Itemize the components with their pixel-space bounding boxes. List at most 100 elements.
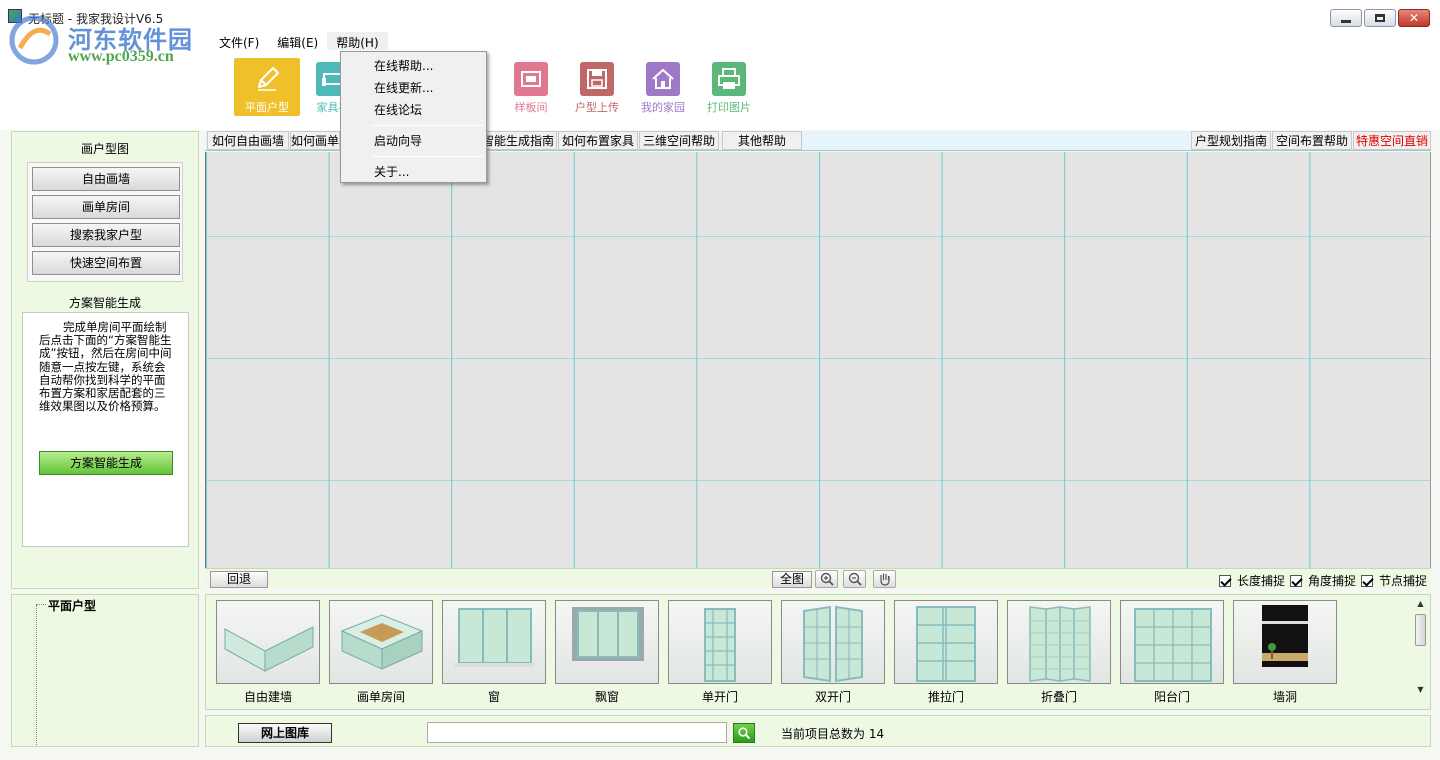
checkbox-label: 节点捕捉 xyxy=(1379,574,1428,588)
item-count-value: 14 xyxy=(868,727,885,741)
zoom-out-button[interactable] xyxy=(843,570,866,588)
tab-how-single-room[interactable]: 如何画单 xyxy=(290,131,340,150)
tab-3d-help[interactable]: 三维空间帮助 xyxy=(639,131,719,150)
bay-window-thumbnail xyxy=(555,600,659,684)
tool-label: 样板间 xyxy=(514,101,548,114)
search-button[interactable] xyxy=(733,723,755,743)
menu-edit[interactable]: 编辑(E) xyxy=(268,32,327,50)
gallery-label: 自由建墙 xyxy=(243,690,292,704)
tab-layout-help[interactable]: 空间布置帮助 xyxy=(1272,131,1352,150)
maximize-button[interactable] xyxy=(1364,9,1396,27)
single-room-button[interactable]: 画单房间 xyxy=(32,195,180,219)
menu-separator xyxy=(371,156,484,157)
angle-snap-checkbox[interactable]: 角度捕捉 xyxy=(1290,572,1356,589)
close-icon: ✕ xyxy=(1408,11,1420,25)
sliding-door-thumbnail xyxy=(894,600,998,684)
gallery-label: 飘窗 xyxy=(594,690,619,704)
minimize-icon xyxy=(1341,19,1351,23)
menu-item-about[interactable]: 关于... xyxy=(341,161,486,183)
tab-special-offer[interactable]: 特惠空间直销 xyxy=(1353,131,1431,150)
tool-label: 打印图片 xyxy=(707,101,751,114)
gallery-item-wall-opening[interactable]: 墙洞 xyxy=(1233,600,1337,704)
tab-other-help[interactable]: 其他帮助 xyxy=(722,131,802,150)
gallery-item-double-door[interactable]: 双开门 xyxy=(781,600,885,704)
menu-item-online-forum[interactable]: 在线论坛 xyxy=(341,99,486,121)
drawing-canvas[interactable] xyxy=(205,152,1431,568)
checkbox-label: 角度捕捉 xyxy=(1308,574,1357,588)
pencil-icon xyxy=(250,62,284,96)
left-panel: 画户型图 自由画墙 画单房间 搜索我家户型 快速空间布置 方案智能生成 完成单房… xyxy=(11,131,199,589)
gallery-label: 窗 xyxy=(487,690,500,704)
tree-node-floor-plan[interactable]: 平面户型 xyxy=(48,597,96,614)
close-button[interactable]: ✕ xyxy=(1398,9,1430,27)
tree-guide-line xyxy=(36,604,46,605)
gallery-label: 画单房间 xyxy=(356,690,405,704)
gallery-item-free-wall[interactable]: 自由建墙 xyxy=(216,600,320,704)
checkbox-checked xyxy=(1219,574,1231,587)
smart-gen-title: 方案智能生成 xyxy=(68,296,141,310)
app-icon xyxy=(8,9,22,23)
smart-gen-button[interactable]: 方案智能生成 xyxy=(39,451,173,475)
scroll-thumb[interactable] xyxy=(1415,614,1426,646)
search-input[interactable] xyxy=(427,722,727,743)
tool-label: 平面户型 xyxy=(245,101,289,114)
main-toolbar: 平面户型 家具布 样板间 户型上传 我的家园 打印图片 xyxy=(234,58,762,116)
tab-furniture-guide[interactable]: 如何布置家具 xyxy=(558,131,638,150)
folding-door-thumbnail xyxy=(1007,600,1111,684)
tool-upload[interactable]: 户型上传 xyxy=(564,58,630,116)
window-title: 无标题 - 我家我设计V6.5 xyxy=(28,12,164,26)
length-snap-checkbox[interactable]: 长度捕捉 xyxy=(1219,572,1285,589)
menu-item-online-help[interactable]: 在线帮助... xyxy=(341,55,486,77)
zoom-in-button[interactable] xyxy=(815,570,838,588)
menu-item-startup-wizard[interactable]: 启动向导 xyxy=(341,130,486,152)
gallery-label: 单开门 xyxy=(701,690,738,704)
tool-my-home[interactable]: 我的家园 xyxy=(630,58,696,116)
free-wall-button[interactable]: 自由画墙 xyxy=(32,167,180,191)
tool-sample-room[interactable]: 样板间 xyxy=(498,58,564,116)
quick-layout-button[interactable]: 快速空间布置 xyxy=(32,251,180,275)
online-library-button[interactable]: 网上图库 xyxy=(238,723,332,743)
tab-how-free-wall[interactable]: 如何自由画墙 xyxy=(207,131,289,150)
help-dropdown-menu: 在线帮助... 在线更新... 在线论坛 启动向导 关于... xyxy=(340,51,487,183)
menu-item-online-update[interactable]: 在线更新... xyxy=(341,77,486,99)
checkbox-checked xyxy=(1361,574,1373,587)
wall-opening-thumbnail xyxy=(1233,600,1337,684)
item-count: 当前项目总数为 14 xyxy=(781,725,884,742)
minimize-button[interactable] xyxy=(1330,9,1362,27)
window-controls: ✕ xyxy=(1330,9,1430,27)
tab-plan-guide[interactable]: 户型规划指南 xyxy=(1191,131,1271,150)
gallery-label: 双开门 xyxy=(814,690,851,704)
scroll-down-icon[interactable]: ▼ xyxy=(1413,684,1428,696)
tool-floor-plan[interactable]: 平面户型 xyxy=(234,58,300,116)
sample-room-icon xyxy=(514,62,548,96)
draw-plan-title: 画户型图 xyxy=(80,142,129,156)
gallery-item-folding-door[interactable]: 折叠门 xyxy=(1007,600,1111,704)
top-zone: 文件(F) 编辑(E) 帮助(H) 平面户型 家具布 样板间 户型上传 我的家园… xyxy=(0,30,1440,130)
gallery-item-sliding-door[interactable]: 推拉门 xyxy=(894,600,998,704)
free-wall-thumbnail xyxy=(216,600,320,684)
hand-icon xyxy=(879,573,890,586)
gallery-item-balcony-door[interactable]: 阳台门 xyxy=(1120,600,1224,704)
gallery-item-single-door[interactable]: 单开门 xyxy=(668,600,772,704)
node-snap-checkbox[interactable]: 节点捕捉 xyxy=(1361,572,1427,589)
search-plan-button[interactable]: 搜索我家户型 xyxy=(32,223,180,247)
gallery-label: 推拉门 xyxy=(927,690,964,704)
gallery-item-bay-window[interactable]: 飘窗 xyxy=(555,600,659,704)
search-icon xyxy=(738,727,751,740)
tab-smart-gen-guide[interactable]: 智能生成指南 xyxy=(477,131,557,150)
scroll-up-icon[interactable]: ▲ xyxy=(1413,598,1428,610)
printer-icon xyxy=(712,62,746,96)
floppy-disk-icon xyxy=(580,62,614,96)
menu-file[interactable]: 文件(F) xyxy=(210,32,268,50)
tool-print[interactable]: 打印图片 xyxy=(696,58,762,116)
undo-button[interactable]: 回退 xyxy=(210,571,268,588)
pan-button[interactable] xyxy=(873,570,896,588)
balcony-door-thumbnail xyxy=(1120,600,1224,684)
fit-all-button[interactable]: 全图 xyxy=(772,571,812,588)
gallery-scrollbar[interactable]: ▲ ▼ xyxy=(1413,598,1428,706)
menu-help[interactable]: 帮助(H) xyxy=(327,32,388,50)
single-room-thumbnail xyxy=(329,600,433,684)
canvas-status-bar: 回退 全图 长度捕捉 角度捕捉 节点捕捉 xyxy=(205,568,1431,588)
gallery-item-single-room[interactable]: 画单房间 xyxy=(329,600,433,704)
gallery-item-window[interactable]: 窗 xyxy=(442,600,546,704)
